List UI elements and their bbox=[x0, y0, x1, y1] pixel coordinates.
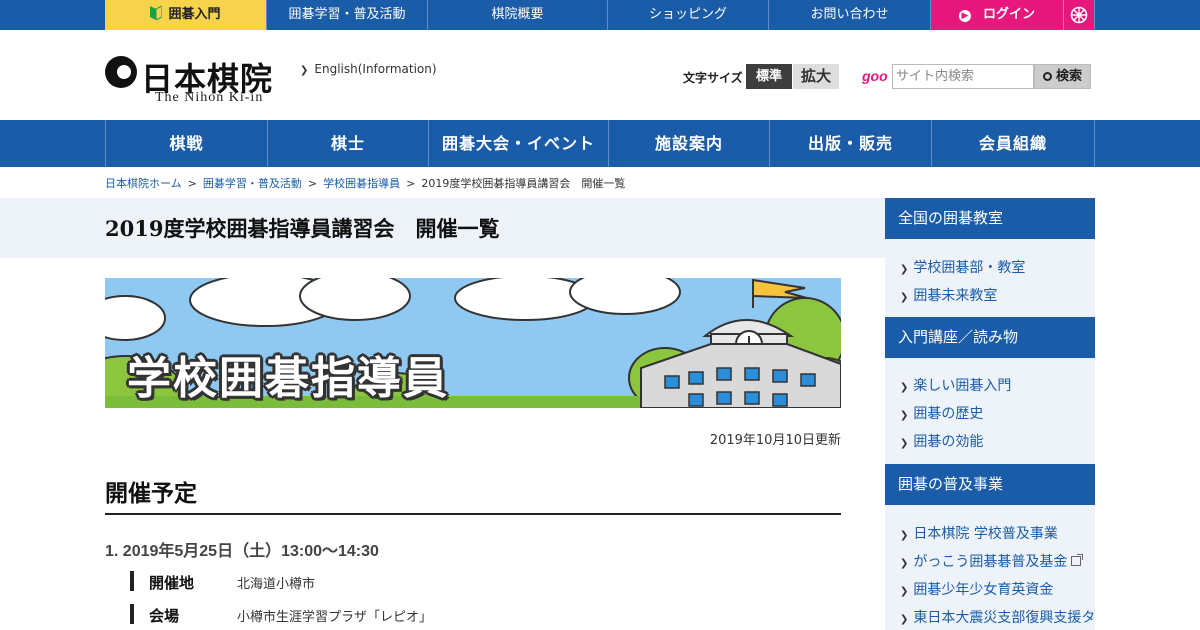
breadcrumb-school-instructor[interactable]: 学校囲碁指導員 bbox=[323, 177, 400, 190]
goo-logo: goo bbox=[862, 68, 888, 84]
topbar-about-link[interactable]: 棋院概要 bbox=[428, 0, 608, 30]
updated-date: 2019年10月10日更新 bbox=[709, 433, 841, 448]
gear-icon bbox=[1070, 6, 1088, 24]
breadcrumb-home[interactable]: 日本棋院ホーム bbox=[105, 177, 182, 190]
nav-tournaments[interactable]: 棋戦 bbox=[105, 120, 267, 167]
nav-facilities[interactable]: 施設案内 bbox=[608, 120, 769, 167]
top-utility-bar: 囲碁入門 囲碁学習・普及活動 棋院概要 ショッピング お問い合わせ ▶ ログイン bbox=[0, 0, 1200, 30]
event-detail-value: 小樽市生涯学習プラザ「レピオ」 bbox=[237, 610, 433, 625]
topbar-learning-link[interactable]: 囲碁学習・普及活動 bbox=[267, 0, 428, 30]
sidebar-section-outreach: ❯ 日本棋院 学校普及事業 ❯ がっこう囲碁碁普及基金 ❯ 囲碁少年少女育英資金 ❯ 東… bbox=[885, 505, 1095, 630]
banner-title: 学校囲碁指導員 bbox=[127, 353, 449, 404]
external-link-icon bbox=[1071, 554, 1084, 566]
logo-subtitle: The Nihon Ki-in bbox=[155, 90, 264, 105]
event-detail-label: 会場 bbox=[149, 607, 180, 625]
breadcrumb: 日本棋院ホーム > 囲碁学習・普及活動 > 学校囲碁指導員 >2019度学校囲碁指導員講習… bbox=[105, 177, 626, 190]
sidebar-heading-classes[interactable]: 全国の囲碁教室 bbox=[885, 198, 1095, 239]
sidebar-item-future-class[interactable]: ❯ 囲碁未来教室 bbox=[900, 285, 997, 305]
main-navigation: 棋戦 棋士 囲碁大会・イベント 施設案内 出版・販売 会員組織 bbox=[0, 120, 1200, 167]
topbar-beginner-link[interactable]: 囲碁入門 bbox=[105, 0, 267, 30]
english-link[interactable]: ❯ English(Information) bbox=[300, 62, 437, 76]
section-divider bbox=[105, 513, 841, 515]
sidebar-item-youth-scholarship[interactable]: ❯ 囲碁少年少女育英資金 bbox=[900, 579, 1053, 599]
sidebar-item-benefits[interactable]: ❯ 囲碁の効能 bbox=[900, 431, 983, 451]
sidebar-heading-intro[interactable]: 入門講座／読み物 bbox=[885, 317, 1095, 358]
nav-players[interactable]: 棋士 bbox=[267, 120, 428, 167]
topbar-shopping-link[interactable]: ショッピング bbox=[608, 0, 769, 30]
settings-button[interactable] bbox=[1063, 0, 1095, 30]
font-size-standard-button[interactable]: 標準 bbox=[746, 64, 792, 89]
event-detail-label: 開催地 bbox=[149, 574, 195, 592]
sidebar-item-quake-support[interactable]: ❯ 東日本大震災支部復興支援タ bbox=[900, 607, 1095, 627]
nav-membership[interactable]: 会員組織 bbox=[931, 120, 1095, 167]
login-button[interactable]: ▶ ログイン bbox=[931, 0, 1063, 30]
page-title: 2019度学校囲碁指導員講習会 開催一覧 bbox=[105, 216, 500, 241]
sidebar-item-fun-intro[interactable]: ❯ 楽しい囲碁入門 bbox=[900, 375, 1011, 395]
sidebar-item-history[interactable]: ❯ 囲碁の歴史 bbox=[900, 403, 983, 423]
sidebar-item-school-outreach[interactable]: ❯ 日本棋院 学校普及事業 bbox=[900, 523, 1058, 543]
site-search-input[interactable] bbox=[892, 64, 1034, 89]
sidebar-heading-outreach[interactable]: 囲碁の普及事業 bbox=[885, 464, 1095, 505]
sidebar-section-classes: ❯ 学校囲碁部・教室 ❯ 囲碁未来教室 bbox=[885, 239, 1095, 317]
search-icon bbox=[1042, 72, 1052, 81]
login-label: ログイン bbox=[982, 7, 1035, 22]
page-banner: 学校囲碁指導員 bbox=[105, 278, 841, 408]
section-heading: 開催予定 bbox=[105, 480, 197, 507]
nav-events[interactable]: 囲碁大会・イベント bbox=[428, 120, 608, 167]
event-detail-value: 北海道小樽市 bbox=[237, 577, 316, 592]
search-button-label: 検索 bbox=[1055, 69, 1082, 84]
nav-publishing[interactable]: 出版・販売 bbox=[769, 120, 931, 167]
beginner-mark-icon bbox=[150, 6, 163, 20]
english-link-label: English(Information) bbox=[314, 62, 437, 76]
sidebar-item-school-fund[interactable]: ❯ がっこう囲碁碁普及基金 bbox=[900, 551, 1084, 571]
search-button[interactable]: 検索 bbox=[1034, 64, 1091, 89]
go-stone-logo-icon bbox=[105, 56, 137, 88]
font-size-label: 文字サイズ bbox=[683, 71, 743, 85]
chevron-right-icon: ❯ bbox=[300, 65, 309, 76]
font-size-large-button[interactable]: 拡大 bbox=[793, 64, 839, 89]
breadcrumb-learning[interactable]: 囲碁学習・普及活動 bbox=[203, 177, 302, 190]
sidebar-section-intro: ❯ 楽しい囲碁入門 ❯ 囲碁の歴史 ❯ 囲碁の効能 bbox=[885, 358, 1095, 464]
sidebar-item-school-club[interactable]: ❯ 学校囲碁部・教室 bbox=[900, 257, 1025, 277]
chevron-right-icon: ▶ bbox=[958, 10, 971, 22]
breadcrumb-current: 2019度学校囲碁指導員講習会 開催一覧 bbox=[421, 177, 626, 190]
topbar-beginner-label: 囲碁入門 bbox=[168, 7, 221, 22]
event-date: 1. 2019年5月25日（土）13:00～14:30 bbox=[105, 543, 379, 560]
topbar-contact-link[interactable]: お問い合わせ bbox=[769, 0, 931, 30]
